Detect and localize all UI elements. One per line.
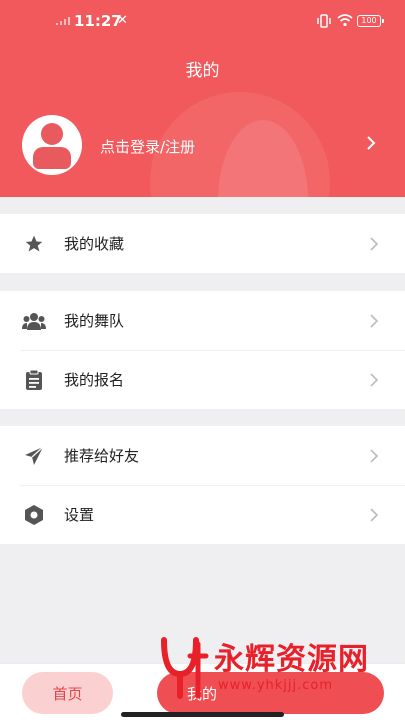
send-icon <box>22 444 46 468</box>
menu-item-label: 我的报名 <box>64 371 125 389</box>
menu-item-label: 我的收藏 <box>64 235 125 253</box>
watermark: 永辉资源网 www.yhkjjj.com <box>160 630 400 710</box>
tab-home[interactable]: 首页 <box>22 672 113 714</box>
home-indicator <box>121 712 284 717</box>
login-register-link[interactable]: 点击登录/注册 <box>100 136 195 157</box>
signal-icon <box>56 17 70 25</box>
watermark-logo-icon <box>161 637 209 699</box>
chevron-right-icon <box>370 313 378 328</box>
menu-item-label: 设置 <box>64 506 95 524</box>
page-title: 我的 <box>185 61 220 81</box>
chevron-right-icon <box>370 448 378 463</box>
header: 11:27 ✕ 100 我的 点击登录/注册 <box>0 0 405 197</box>
chevron-right-icon <box>370 372 378 387</box>
avatar[interactable] <box>22 115 82 175</box>
group-icon <box>22 309 46 333</box>
battery-indicator: 100 <box>357 15 384 27</box>
menu-group-other: 推荐给好友 设置 <box>0 426 405 544</box>
clipboard-icon <box>22 368 46 392</box>
vibrate-icon <box>317 14 331 28</box>
chevron-right-icon[interactable] <box>366 135 376 151</box>
tools-icon: ✕ <box>117 13 128 28</box>
menu-item-label: 推荐给好友 <box>64 447 140 465</box>
watermark-url: www.yhkjjj.com <box>218 678 334 693</box>
chevron-right-icon <box>370 236 378 251</box>
settings-hex-icon <box>22 503 46 527</box>
menu-group-favorites: 我的收藏 <box>0 214 405 273</box>
avatar-body <box>33 147 71 169</box>
menu-item-favorites[interactable]: 我的收藏 <box>0 214 405 273</box>
avatar-head <box>41 123 63 145</box>
watermark-text: 永辉资源网 <box>214 642 369 677</box>
status-bar: 11:27 ✕ 100 <box>0 0 405 42</box>
menu-group-team: 我的舞队 我的报名 <box>0 291 405 409</box>
wifi-icon <box>337 14 353 27</box>
menu-item-label: 我的舞队 <box>64 312 125 330</box>
star-icon <box>22 232 46 256</box>
chevron-right-icon <box>370 507 378 522</box>
menu-item-registrations[interactable]: 我的报名 <box>0 350 405 409</box>
profile-login-row[interactable]: 点击登录/注册 <box>0 112 405 178</box>
status-time: 11:27 <box>74 12 122 30</box>
menu-item-share[interactable]: 推荐给好友 <box>0 426 405 485</box>
menu-item-settings[interactable]: 设置 <box>0 485 405 544</box>
menu-item-dance-team[interactable]: 我的舞队 <box>0 291 405 350</box>
